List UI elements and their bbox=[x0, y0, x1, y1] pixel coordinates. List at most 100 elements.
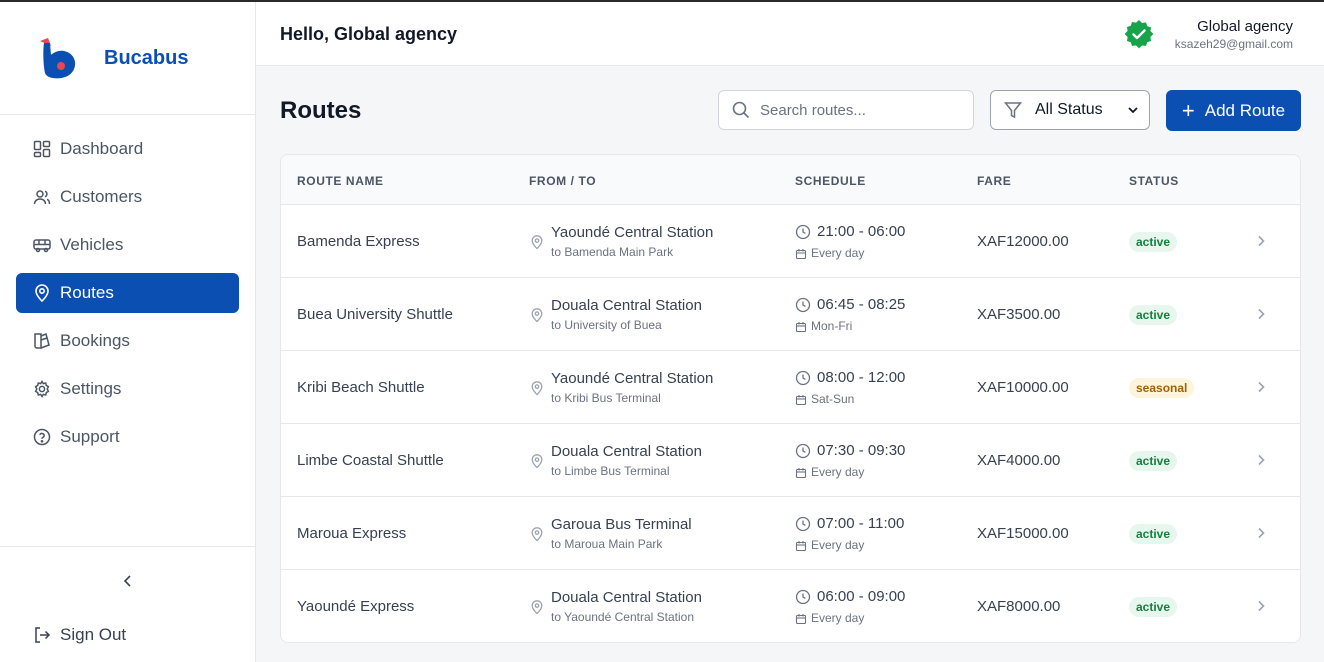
route-destination: to Yaoundé Central Station bbox=[551, 610, 694, 624]
map-pin-icon bbox=[32, 283, 52, 303]
route-fare: XAF15000.00 bbox=[977, 525, 1069, 542]
schedule-days: Every day bbox=[811, 465, 865, 479]
chevron-right-icon[interactable] bbox=[1253, 306, 1269, 322]
schedule-days: Every day bbox=[811, 538, 865, 552]
search-input[interactable] bbox=[760, 101, 960, 119]
schedule-time: 06:45 - 08:25 bbox=[817, 296, 906, 313]
filter-icon bbox=[1003, 100, 1023, 120]
sidebar-item-customers[interactable]: Customers bbox=[16, 177, 239, 217]
route-fare: XAF4000.00 bbox=[977, 452, 1061, 469]
calendar-icon bbox=[795, 322, 807, 333]
route-origin: Douala Central Station bbox=[551, 297, 702, 314]
map-pin-icon bbox=[531, 235, 543, 250]
map-pin-icon bbox=[531, 308, 543, 323]
sidebar-item-label: Dashboard bbox=[60, 139, 144, 158]
dashboard-icon bbox=[32, 139, 52, 159]
column-header-status[interactable]: STATUS bbox=[1129, 174, 1179, 188]
table-row[interactable]: Bamenda Express Yaoundé Central Station … bbox=[281, 205, 1300, 278]
status-badge: active bbox=[1129, 305, 1178, 325]
sidebar-item-support[interactable]: Support bbox=[16, 417, 239, 457]
schedule-days: Every day bbox=[811, 611, 865, 625]
column-header-from-to[interactable]: FROM / TO bbox=[529, 174, 596, 188]
route-name: Kribi Beach Shuttle bbox=[297, 379, 425, 396]
clock-icon bbox=[795, 297, 811, 313]
chevron-right-icon[interactable] bbox=[1253, 598, 1269, 614]
search-box[interactable] bbox=[718, 90, 974, 130]
schedule-time: 07:00 - 11:00 bbox=[817, 515, 905, 532]
sidebar-footer: Sign Out bbox=[0, 546, 255, 662]
route-origin: Yaoundé Central Station bbox=[551, 224, 714, 241]
route-origin: Yaoundé Central Station bbox=[551, 370, 714, 387]
log-out-icon bbox=[32, 625, 52, 645]
schedule-days: Mon-Fri bbox=[811, 319, 853, 333]
table-body: Bamenda Express Yaoundé Central Station … bbox=[281, 205, 1300, 642]
column-header-schedule[interactable]: SCHEDULE bbox=[795, 174, 866, 188]
schedule-time: 21:00 - 06:00 bbox=[817, 223, 906, 240]
route-name: Yaoundé Express bbox=[297, 598, 415, 615]
chevron-right-icon[interactable] bbox=[1253, 525, 1269, 541]
sidebar-item-bookings[interactable]: Bookings bbox=[16, 321, 239, 361]
clock-icon bbox=[795, 443, 811, 459]
sidebar-item-label: Support bbox=[60, 427, 120, 446]
route-name: Maroua Express bbox=[297, 525, 407, 542]
map-pin-icon bbox=[531, 381, 543, 396]
add-route-button[interactable]: + Add Route bbox=[1166, 90, 1301, 131]
sidebar-item-label: Bookings bbox=[60, 331, 130, 350]
status-badge: active bbox=[1129, 524, 1178, 544]
table-row[interactable]: Maroua Express Garoua Bus Terminal to Ma… bbox=[281, 497, 1300, 570]
sidebar-item-vehicles[interactable]: Vehicles bbox=[16, 225, 239, 265]
user-email: ksazeh29@gmail.com bbox=[1174, 37, 1293, 51]
bus-icon bbox=[32, 235, 52, 255]
route-name: Buea University Shuttle bbox=[297, 306, 453, 323]
column-header-route-name[interactable]: ROUTE NAME bbox=[297, 174, 384, 188]
table-row[interactable]: Limbe Coastal Shuttle Douala Central Sta… bbox=[281, 424, 1300, 497]
calendar-icon bbox=[795, 468, 807, 479]
map-pin-icon bbox=[531, 600, 543, 615]
route-name: Limbe Coastal Shuttle bbox=[297, 452, 444, 469]
route-origin: Garoua Bus Terminal bbox=[551, 516, 692, 533]
sidebar-item-dashboard[interactable]: Dashboard bbox=[16, 129, 239, 169]
table-row[interactable]: Buea University Shuttle Douala Central S… bbox=[281, 278, 1300, 351]
route-destination: to Kribi Bus Terminal bbox=[551, 391, 661, 405]
sidebar-nav: Dashboard Customers Vehicles Routes Book… bbox=[0, 115, 255, 457]
status-filter-select[interactable]: All Status bbox=[990, 90, 1150, 130]
route-origin: Douala Central Station bbox=[551, 443, 702, 460]
bookings-icon bbox=[32, 331, 52, 351]
route-destination: to Bamenda Main Park bbox=[551, 245, 674, 259]
brand[interactable]: Bucabus bbox=[0, 2, 255, 115]
collapse-sidebar-chevron-left-icon[interactable] bbox=[118, 571, 138, 591]
sidebar-item-settings[interactable]: Settings bbox=[16, 369, 239, 409]
route-fare: XAF12000.00 bbox=[977, 233, 1069, 250]
chevron-right-icon[interactable] bbox=[1253, 452, 1269, 468]
status-badge: active bbox=[1129, 451, 1178, 471]
sign-out-label: Sign Out bbox=[60, 625, 127, 644]
clock-icon bbox=[795, 516, 811, 532]
map-pin-icon bbox=[531, 527, 543, 542]
status-badge: active bbox=[1129, 232, 1178, 252]
table-row[interactable]: Yaoundé Express Douala Central Station t… bbox=[281, 570, 1300, 642]
users-icon bbox=[32, 187, 52, 207]
route-destination: to Limbe Bus Terminal bbox=[551, 464, 670, 478]
route-name: Bamenda Express bbox=[297, 233, 420, 250]
sidebar: Bucabus Dashboard Customers Vehicles Rou… bbox=[0, 2, 256, 662]
sign-out-button[interactable]: Sign Out bbox=[32, 625, 126, 645]
brand-name: Bucabus bbox=[104, 46, 189, 69]
help-circle-icon bbox=[32, 427, 52, 447]
sidebar-item-label: Customers bbox=[60, 187, 143, 206]
calendar-icon bbox=[795, 249, 807, 260]
route-fare: XAF8000.00 bbox=[977, 598, 1061, 615]
schedule-days: Every day bbox=[811, 246, 865, 260]
chevron-right-icon[interactable] bbox=[1253, 233, 1269, 249]
calendar-icon bbox=[795, 614, 807, 625]
gear-icon bbox=[32, 379, 52, 399]
clock-icon bbox=[795, 224, 811, 240]
table-row[interactable]: Kribi Beach Shuttle Yaoundé Central Stat… bbox=[281, 351, 1300, 424]
schedule-time: 08:00 - 12:00 bbox=[817, 369, 906, 386]
sidebar-item-label: Routes bbox=[60, 283, 114, 302]
chevron-down-icon bbox=[1128, 107, 1138, 114]
sidebar-item-label: Settings bbox=[60, 379, 122, 398]
sidebar-item-routes[interactable]: Routes bbox=[16, 273, 239, 313]
chevron-right-icon[interactable] bbox=[1253, 379, 1269, 395]
column-header-fare[interactable]: FARE bbox=[977, 174, 1011, 188]
table-header: ROUTE NAME FROM / TO SCHEDULE FARE STATU… bbox=[281, 155, 1300, 205]
